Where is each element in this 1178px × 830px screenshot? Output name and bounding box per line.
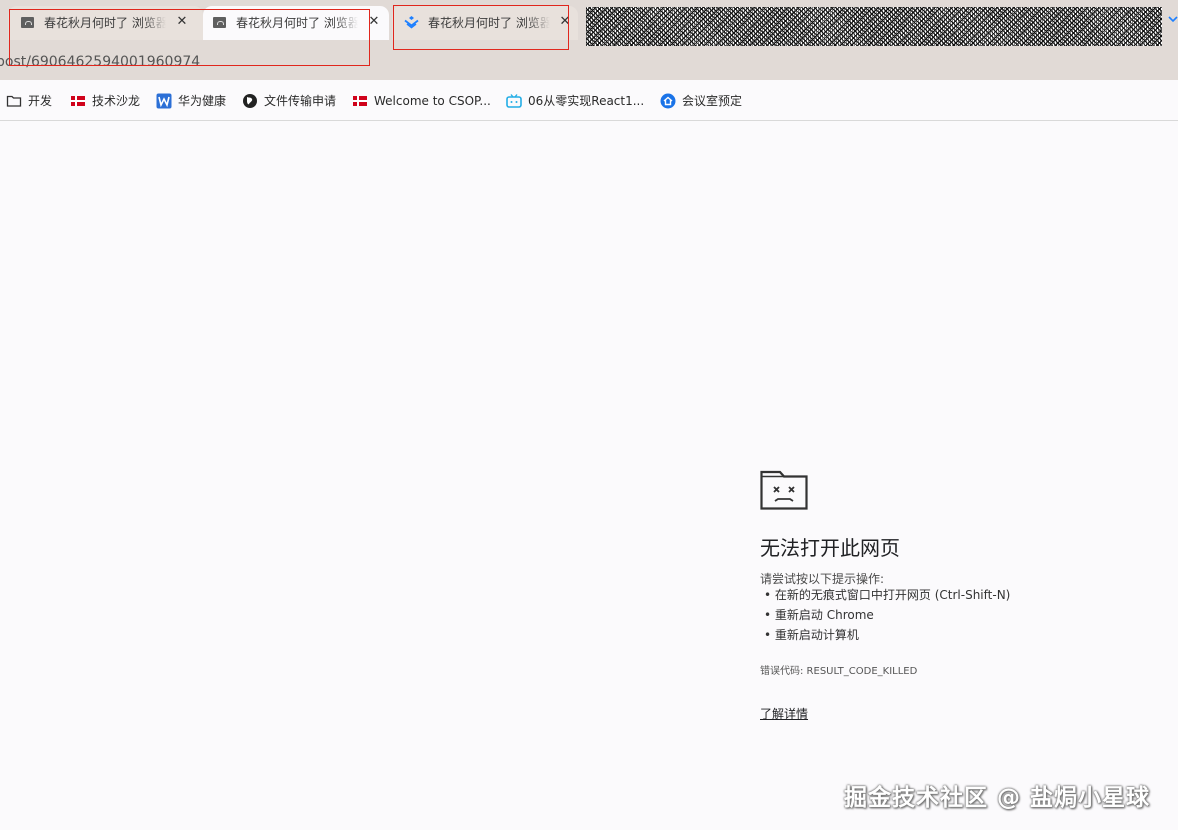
- bullet: •: [764, 628, 775, 642]
- learn-more-link[interactable]: 了解详情: [760, 705, 808, 722]
- suggestion-item: • 在新的无痕式窗口中打开网页 (Ctrl-Shift-N): [764, 587, 1010, 607]
- bookmark-react[interactable]: 06从零实现React1...: [506, 80, 644, 121]
- bookmarks-bar: 开发 技术沙龙 华为健康 文件传输申请 Welcome to CSOP... 0…: [0, 80, 1178, 121]
- bookmark-label: 会议室预定: [682, 94, 743, 108]
- bookmark-label: 技术沙龙: [92, 94, 141, 108]
- suggestion-text: 重新启动 Chrome: [774, 608, 874, 622]
- red-flag-icon: [353, 95, 367, 106]
- folder-icon: [6, 95, 22, 107]
- bookmark-huawei-health[interactable]: 华为健康: [156, 80, 226, 121]
- bilibili-icon: [506, 93, 522, 108]
- error-title: 无法打开此网页: [760, 536, 900, 560]
- tab-search-icon[interactable]: [1168, 14, 1178, 24]
- w-logo-icon: [156, 93, 172, 108]
- bookmark-label: Welcome to CSOP...: [374, 93, 491, 108]
- bullet: •: [764, 588, 775, 602]
- bookmark-welcome-csop[interactable]: Welcome to CSOP...: [352, 80, 491, 121]
- obscured-tabs-area: [586, 7, 1162, 46]
- bookmark-label: 文件传输申请: [264, 94, 337, 108]
- globe-icon: [243, 93, 257, 108]
- bookmark-tech-salon[interactable]: 技术沙龙: [70, 80, 140, 121]
- bookmark-file-transfer[interactable]: 文件传输申请: [242, 80, 336, 121]
- red-flag-icon: [71, 95, 85, 106]
- suggestion-item: • 重新启动 Chrome: [764, 607, 1010, 627]
- bookmark-meeting-room[interactable]: 会议室预定: [660, 80, 742, 121]
- suggestion-item: • 重新启动计算机: [764, 627, 1010, 647]
- bookmark-label: 华为健康: [178, 94, 227, 108]
- bookmark-label: 06从零实现React1...: [528, 94, 645, 108]
- bullet: •: [764, 608, 775, 622]
- bookmark-label: 开发: [28, 94, 53, 108]
- highlight-box-right: [393, 5, 569, 50]
- house-icon: [660, 93, 676, 108]
- suggestion-text: 在新的无痕式窗口中打开网页 (Ctrl-Shift-N): [774, 588, 1011, 602]
- watermark: 掘金技术社区 @ 盐焗小星球: [844, 785, 1151, 811]
- suggestion-list: • 在新的无痕式窗口中打开网页 (Ctrl-Shift-N) • 重新启动 Ch…: [764, 587, 1010, 647]
- error-subtitle: 请尝试按以下提示操作:: [760, 572, 885, 586]
- bookmark-dev[interactable]: 开发: [6, 80, 52, 121]
- error-code: 错误代码: RESULT_CODE_KILLED: [760, 666, 918, 677]
- suggestion-text: 重新启动计算机: [774, 628, 859, 642]
- sad-page-icon: [760, 470, 808, 510]
- highlight-box-left: [9, 9, 370, 66]
